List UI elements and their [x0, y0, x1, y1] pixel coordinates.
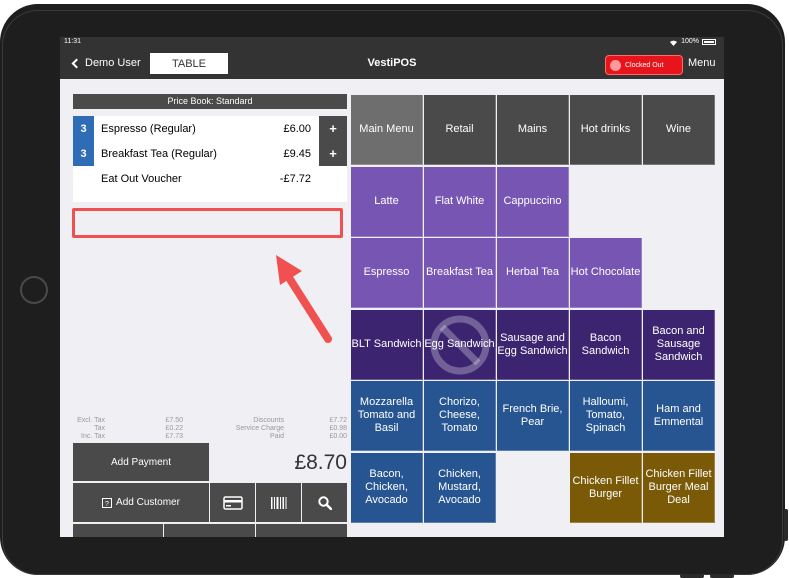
- charges-summary: Discounts £7.72 Service Charge £0.98 Paid £…: [210, 417, 347, 441]
- increase-qty-button[interactable]: +: [319, 116, 347, 141]
- product-chicken-fillet-burger[interactable]: Chicken Fillet Burger: [570, 453, 642, 523]
- chevron-left-icon: [71, 58, 82, 68]
- side-button: [784, 509, 788, 541]
- product-chicken-fillet-burger-meal[interactable]: Chicken Fillet Burger Meal Deal: [643, 453, 715, 523]
- barcode-button[interactable]: [256, 483, 301, 522]
- category-main-menu[interactable]: Main Menu: [351, 95, 423, 165]
- item-price: -£7.72: [279, 172, 311, 185]
- service-charge-value: £0.98: [329, 425, 347, 432]
- status-bar: 11:31 100%: [60, 37, 724, 47]
- back-label: Demo User: [85, 57, 141, 69]
- increase-qty-button: [319, 166, 347, 191]
- clocked-label: Clocked Out: [625, 61, 664, 69]
- paid-label: Paid: [269, 433, 284, 440]
- category-mains[interactable]: Mains: [497, 95, 569, 165]
- table-button[interactable]: TABLE: [150, 53, 228, 74]
- product-french-brie-pear[interactable]: French Brie, Pear: [497, 381, 569, 451]
- card-icon: [222, 495, 243, 510]
- inc-tax-label: Inc. Tax: [81, 433, 105, 440]
- product-flat-white[interactable]: Flat White: [424, 167, 496, 237]
- product-bacon-sandwich[interactable]: Bacon Sandwich: [570, 310, 642, 380]
- order-item[interactable]: 3 Breakfast Tea (Regular) £9.45 +: [73, 141, 347, 166]
- item-qty: [73, 166, 94, 191]
- discounts-value: £7.72: [329, 417, 347, 424]
- tax-value: £0.22: [165, 425, 183, 432]
- item-qty: 3: [73, 116, 94, 141]
- product-egg-sandwich[interactable]: Egg Sandwich: [424, 310, 496, 380]
- product-cappuccino[interactable]: Cappuccino: [497, 167, 569, 237]
- annotation-arrow-icon: [276, 255, 332, 343]
- product-herbal-tea[interactable]: Herbal Tea: [497, 238, 569, 308]
- product-label: Egg Sandwich: [424, 338, 495, 350]
- paid-value: £0.00: [329, 433, 347, 440]
- product-bacon-chicken-avocado[interactable]: Bacon, Chicken, Avocado: [351, 453, 423, 523]
- barcode-icon: [270, 496, 286, 509]
- product-espresso[interactable]: Espresso: [351, 238, 423, 308]
- status-time: 11:31: [64, 38, 81, 45]
- discounts-label: Discounts: [253, 417, 284, 424]
- grand-total: £8.70: [294, 451, 347, 474]
- item-name: Espresso (Regular): [101, 122, 196, 135]
- price-book-header[interactable]: Price Book: Standard: [73, 94, 347, 109]
- search-button[interactable]: [302, 483, 347, 522]
- product-hot-chocolate[interactable]: Hot Chocolate: [570, 238, 642, 308]
- excl-tax-value: £7.50: [165, 417, 183, 424]
- add-customer-label: Add Customer: [116, 497, 180, 508]
- order-item[interactable]: Eat Out Voucher -£7.72: [73, 166, 347, 191]
- tax-label: Tax: [94, 425, 105, 432]
- battery-icon: [702, 39, 716, 45]
- more-button[interactable]: [256, 524, 347, 537]
- customer-icon: ?: [102, 497, 113, 508]
- search-icon: [317, 495, 332, 510]
- clock-status-dot: [610, 59, 621, 71]
- app-screen: 11:31 100% VestiPOS Demo User TABLE Cloc…: [60, 37, 724, 537]
- product-sausage-egg-sandwich[interactable]: Sausage and Egg Sandwich: [497, 310, 569, 380]
- item-name: Breakfast Tea (Regular): [101, 147, 217, 160]
- clocked-out-button[interactable]: Clocked Out: [605, 55, 683, 75]
- product-chorizo-cheese-tomato[interactable]: Chorizo, Cheese, Tomato: [424, 381, 496, 451]
- item-price: £9.45: [283, 147, 311, 160]
- product-bacon-sausage-sandwich[interactable]: Bacon and Sausage Sandwich: [643, 310, 715, 380]
- back-button[interactable]: Demo User: [70, 47, 141, 79]
- product-halloumi-tomato-spinach[interactable]: Halloumi, Tomato, Spinach: [570, 381, 642, 451]
- add-payment-button[interactable]: Add Payment: [73, 443, 209, 481]
- product-latte[interactable]: Latte: [351, 167, 423, 237]
- category-wine[interactable]: Wine: [643, 95, 715, 165]
- print-button[interactable]: [164, 524, 255, 537]
- home-button[interactable]: [20, 276, 48, 304]
- excl-tax-label: Excl. Tax: [77, 417, 105, 424]
- product-breakfast-tea[interactable]: Breakfast Tea: [424, 238, 496, 308]
- voucher-highlight-box: [72, 208, 343, 238]
- nav-bar: VestiPOS Demo User TABLE Clocked Out Men…: [60, 47, 724, 79]
- add-customer-button[interactable]: ? Add Customer: [73, 483, 209, 522]
- battery-status: 100%: [669, 37, 716, 47]
- product-chicken-mustard-avocado[interactable]: Chicken, Mustard, Avocado: [424, 453, 496, 523]
- service-charge-label: Service Charge: [235, 425, 284, 432]
- wifi-icon: [670, 40, 678, 46]
- increase-qty-button[interactable]: +: [319, 141, 347, 166]
- product-mozzarella-tomato-basil[interactable]: Mozzarella Tomato and Basil: [351, 381, 423, 451]
- battery-percent: 100%: [681, 38, 699, 45]
- card-button[interactable]: [210, 483, 255, 522]
- item-qty: 3: [73, 141, 94, 166]
- tax-summary: Excl. Tax £7.50 Tax £0.22 Inc. Tax £7.73: [73, 417, 183, 441]
- product-ham-emmental[interactable]: Ham and Emmental: [643, 381, 715, 451]
- main-content: Price Book: Standard 3 Espresso (Regular…: [60, 79, 724, 537]
- item-price: £6.00: [283, 122, 311, 135]
- item-name: Eat Out Voucher: [101, 172, 182, 185]
- save-button[interactable]: [73, 524, 163, 537]
- order-item[interactable]: 3 Espresso (Regular) £6.00 +: [73, 116, 347, 141]
- svg-text:?: ?: [105, 501, 109, 508]
- order-list: 3 Espresso (Regular) £6.00 + 3 Breakfast…: [73, 116, 347, 202]
- inc-tax-value: £7.73: [165, 433, 183, 440]
- category-retail[interactable]: Retail: [424, 95, 496, 165]
- category-hot-drinks[interactable]: Hot drinks: [570, 95, 642, 165]
- menu-button[interactable]: Menu: [688, 47, 716, 79]
- product-blt-sandwich[interactable]: BLT Sandwich: [351, 310, 423, 380]
